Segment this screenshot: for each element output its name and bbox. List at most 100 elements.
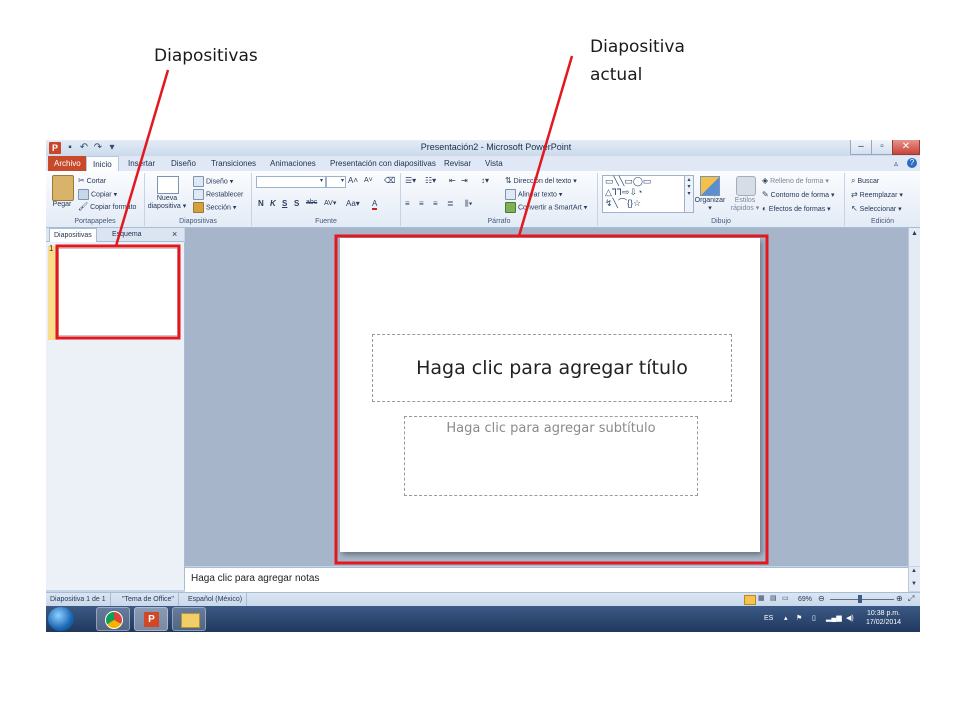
decrease-indent-icon[interactable]: ⇤ xyxy=(449,176,456,185)
select-button[interactable]: ↖ Seleccionar ▾ xyxy=(851,204,902,213)
change-case-button[interactable]: Aa▾ xyxy=(346,199,360,208)
copy-button[interactable]: Copiar ▾ xyxy=(78,189,117,200)
format-painter-button[interactable]: 🖌 Copiar formato xyxy=(78,202,136,211)
normal-view-icon[interactable] xyxy=(744,595,756,605)
tab-transiciones[interactable]: Transiciones xyxy=(205,156,262,171)
close-window-button[interactable]: ✕ xyxy=(892,140,920,155)
tray-show-hidden-icon[interactable]: ▴ xyxy=(784,606,788,632)
tab-animaciones[interactable]: Animaciones xyxy=(264,156,322,171)
tab-diseno[interactable]: Diseño xyxy=(165,156,202,171)
tray-clock[interactable]: 10:38 p.m. 17/02/2014 xyxy=(866,609,901,627)
help-icon[interactable]: ? xyxy=(907,158,917,168)
zoom-in-icon[interactable]: ⊕ xyxy=(896,594,903,603)
notes-scroll-down-icon[interactable]: ▼ xyxy=(911,581,917,587)
reading-view-icon[interactable]: ▤ xyxy=(770,594,777,602)
save-icon[interactable]: ▪ xyxy=(64,142,76,154)
italic-button[interactable]: K xyxy=(270,199,276,208)
title-placeholder[interactable]: Haga clic para agregar título xyxy=(372,334,732,402)
align-text-button[interactable]: Alinear texto ▾ xyxy=(505,189,562,200)
notes-scrollbar[interactable]: ▲ ▼ xyxy=(908,567,920,591)
char-spacing-button[interactable]: AV▾ xyxy=(324,199,336,207)
close-panel-icon[interactable]: × xyxy=(168,228,181,241)
zoom-out-icon[interactable]: ⊖ xyxy=(818,594,825,603)
shape-fill-button[interactable]: ◈ Relleno de forma ▾ xyxy=(762,176,829,185)
arrange-button[interactable]: Organizar ▾ xyxy=(692,197,728,213)
fit-to-window-icon[interactable]: ⤢ xyxy=(908,594,914,604)
tab-presentacion[interactable]: Presentación con diapositivas xyxy=(324,156,442,171)
bold-button[interactable]: N xyxy=(258,199,264,208)
status-theme[interactable]: "Tema de Office" xyxy=(118,593,179,606)
ribbon-minimize-icon[interactable]: ▵ xyxy=(894,159,898,168)
font-name-select[interactable]: ▾ xyxy=(256,176,326,188)
section-button[interactable]: Sección ▾ xyxy=(193,202,236,213)
shadow-button[interactable]: S xyxy=(294,199,299,208)
maximize-button[interactable]: ▫ xyxy=(871,140,893,155)
undo-icon[interactable]: ↶ xyxy=(78,142,90,154)
align-right-icon[interactable]: ≡ xyxy=(433,199,438,208)
numbering-icon[interactable]: ☷▾ xyxy=(425,176,436,185)
tab-esquema-panel[interactable]: Esquema xyxy=(108,228,146,241)
align-left-icon[interactable]: ≡ xyxy=(405,199,410,208)
current-slide[interactable]: Haga clic para agregar título Haga clic … xyxy=(340,238,760,552)
tray-device-icon[interactable]: ▯ xyxy=(812,606,816,632)
zoom-level[interactable]: 69% xyxy=(798,596,812,603)
font-color-button[interactable]: A xyxy=(372,199,378,210)
convert-smartart-button[interactable]: Convertir a SmartArt ▾ xyxy=(505,202,587,213)
paste-button[interactable]: Pegar xyxy=(48,201,76,209)
taskbar-powerpoint-button[interactable]: P xyxy=(134,607,168,631)
clear-format-icon[interactable]: ⌫ xyxy=(384,176,395,185)
line-spacing-icon[interactable]: ↕▾ xyxy=(481,176,489,185)
slide-vertical-scrollbar[interactable]: ▲ xyxy=(908,228,920,566)
new-slide-button[interactable]: Nueva diapositiva ▾ xyxy=(147,195,187,211)
tray-volume-icon[interactable]: ◀) xyxy=(846,606,854,632)
columns-icon[interactable]: ⫼▾ xyxy=(465,199,473,209)
quick-styles-icon[interactable] xyxy=(736,176,756,196)
shapes-gallery[interactable]: ▭╲╲▭◯▭ △⅂⅂⇨⇩◔ ↯╲⌒{}☆ xyxy=(602,175,686,213)
tab-diapositivas-panel[interactable]: Diapositivas xyxy=(49,228,97,242)
start-button[interactable] xyxy=(48,607,74,631)
customize-qat-icon[interactable]: ▾ xyxy=(106,142,118,154)
cut-button[interactable]: ✂ Cortar xyxy=(78,176,106,185)
tab-revisar[interactable]: Revisar xyxy=(438,156,477,171)
underline-button[interactable]: S xyxy=(282,199,287,208)
text-direction-button[interactable]: ⇅ Dirección del texto ▾ xyxy=(505,176,577,185)
grow-font-icon[interactable]: A˄ xyxy=(348,176,358,185)
tray-network-icon[interactable]: ▂▄▆ xyxy=(826,606,842,632)
status-language[interactable]: Español (México) xyxy=(184,593,248,606)
increase-indent-icon[interactable]: ⇥ xyxy=(461,176,468,185)
slide-thumbnail[interactable] xyxy=(58,248,178,336)
new-slide-icon[interactable] xyxy=(157,176,179,194)
replace-button[interactable]: ⇄ Reemplazar ▾ xyxy=(851,190,903,199)
quick-styles-button[interactable]: Estilos rápidos ▾ xyxy=(728,197,762,213)
paste-icon[interactable] xyxy=(52,175,74,201)
slideshow-view-icon[interactable]: ▭ xyxy=(782,594,789,602)
find-button[interactable]: ⌕ Buscar xyxy=(851,176,879,186)
subtitle-placeholder[interactable]: Haga clic para agregar subtítulo xyxy=(404,416,698,496)
taskbar-chrome-button[interactable] xyxy=(96,607,130,631)
strikethrough-button[interactable]: abc xyxy=(306,199,317,206)
bullets-icon[interactable]: ☰▾ xyxy=(405,176,416,185)
zoom-slider-track[interactable] xyxy=(830,599,894,600)
notes-pane[interactable]: Haga clic para agregar notas xyxy=(185,567,908,592)
arrange-icon[interactable] xyxy=(700,176,720,196)
reset-button[interactable]: Restablecer xyxy=(193,189,243,200)
slide-sorter-icon[interactable]: ▦ xyxy=(758,594,765,602)
powerpoint-app-icon[interactable]: P xyxy=(49,142,61,154)
font-size-select[interactable]: ▾ xyxy=(326,176,346,188)
notes-scroll-up-icon[interactable]: ▲ xyxy=(911,568,917,574)
scroll-up-icon[interactable]: ▲ xyxy=(911,230,918,237)
shape-outline-button[interactable]: ✎ Contorno de forma ▾ xyxy=(762,190,835,199)
shape-effects-button[interactable]: ◐ Efectos de formas ▾ xyxy=(762,204,831,213)
tray-language[interactable]: ES xyxy=(764,606,773,632)
tab-inicio[interactable]: Inicio xyxy=(86,156,119,172)
layout-button[interactable]: Diseño ▾ xyxy=(193,176,233,187)
zoom-slider-thumb[interactable] xyxy=(858,595,862,603)
tab-vista[interactable]: Vista xyxy=(479,156,509,171)
minimize-button[interactable]: – xyxy=(850,140,872,155)
tab-archivo[interactable]: Archivo xyxy=(48,156,87,171)
redo-icon[interactable]: ↷ xyxy=(92,142,104,154)
taskbar-explorer-button[interactable] xyxy=(172,607,206,631)
align-center-icon[interactable]: ≡ xyxy=(419,199,424,208)
tab-insertar[interactable]: Insertar xyxy=(122,156,161,171)
tray-flag-icon[interactable]: ⚑ xyxy=(796,606,802,632)
